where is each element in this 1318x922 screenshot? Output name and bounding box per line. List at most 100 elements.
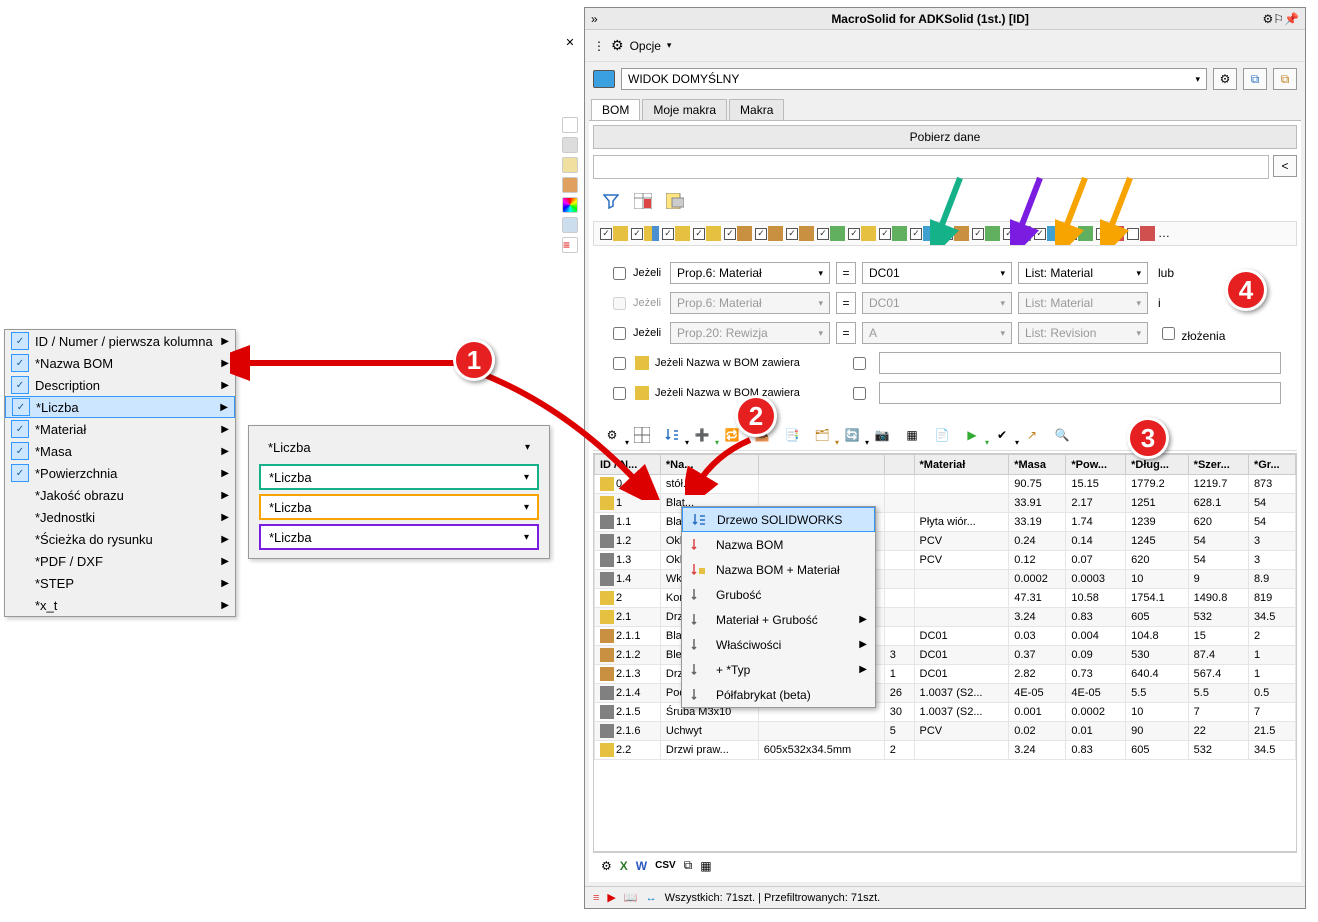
cond2-checkbox[interactable] xyxy=(613,297,626,310)
table-cell[interactable]: 532 xyxy=(1188,741,1248,760)
table-cell[interactable]: 0.73 xyxy=(1066,665,1126,684)
table-cell[interactable]: 30 xyxy=(884,703,914,722)
table-cell[interactable] xyxy=(758,722,884,741)
table-cell[interactable] xyxy=(884,551,914,570)
grid-header[interactable]: *Pow... xyxy=(1066,455,1126,475)
table-cell[interactable]: 2.1.4 xyxy=(595,684,661,703)
table-cell[interactable]: 15.15 xyxy=(1066,475,1126,494)
table-icon[interactable] xyxy=(633,191,653,211)
table-cell[interactable]: 0.0002 xyxy=(1009,570,1066,589)
grid-header[interactable]: *Gr... xyxy=(1248,455,1295,475)
cond1-value-select[interactable]: DC01▾ xyxy=(862,262,1012,284)
expand-icon[interactable]: » xyxy=(591,12,598,26)
tab-bom[interactable]: BOM xyxy=(591,99,640,120)
tree-opt-grubosc[interactable]: Grubość xyxy=(682,582,875,607)
tree-sort-menu[interactable]: Drzewo SOLIDWORKS Nazwa BOM Nazwa BOM + … xyxy=(681,506,876,708)
table-cell[interactable]: 15 xyxy=(1188,627,1248,646)
table-cell[interactable]: 0.37 xyxy=(1009,646,1066,665)
tab-makra[interactable]: Makra xyxy=(729,99,784,120)
table-cell[interactable]: 26 xyxy=(884,684,914,703)
more-icon[interactable]: … xyxy=(1158,226,1170,241)
table-cell[interactable]: 3 xyxy=(884,646,914,665)
table-cell[interactable]: 1779.2 xyxy=(1126,475,1189,494)
table-cell[interactable]: 605 xyxy=(1126,741,1189,760)
grid-header[interactable] xyxy=(758,455,884,475)
table-cell[interactable] xyxy=(914,589,1009,608)
table-cell[interactable]: 2.82 xyxy=(1009,665,1066,684)
table-cell[interactable]: 7 xyxy=(1188,703,1248,722)
tree-opt-typ[interactable]: + *Typ▶ xyxy=(682,657,875,682)
table-cell[interactable]: 4E-05 xyxy=(1009,684,1066,703)
table-cell[interactable]: 567.4 xyxy=(1188,665,1248,684)
table-cell[interactable]: 605x532x34.5mm xyxy=(758,741,884,760)
cond3-list-select[interactable]: List: Revision▾ xyxy=(1018,322,1148,344)
cond1-list-select[interactable]: List: Material▾ xyxy=(1018,262,1148,284)
table-row[interactable]: 2.1.6Uchwyt5PCV0.020.01902221.5 xyxy=(595,722,1296,741)
table-cell[interactable]: 1754.1 xyxy=(1126,589,1189,608)
table-cell[interactable]: 0.5 xyxy=(1248,684,1295,703)
color-wheel-icon[interactable] xyxy=(562,197,578,213)
table-cell[interactable] xyxy=(914,475,1009,494)
layers-icon[interactable]: 📑 xyxy=(781,424,803,446)
csv-icon[interactable]: CSV xyxy=(655,860,676,871)
table-cell[interactable]: 2 xyxy=(884,741,914,760)
table-cell[interactable]: 0.07 xyxy=(1066,551,1126,570)
table-cell[interactable]: 1.2 xyxy=(595,532,661,551)
gear-icon[interactable]: ⚙ xyxy=(611,37,624,54)
table-cell[interactable]: 1490.8 xyxy=(1188,589,1248,608)
table-cell[interactable]: 0.0002 xyxy=(1066,703,1126,722)
table-cell[interactable]: 34.5 xyxy=(1248,608,1295,627)
folder-icon[interactable] xyxy=(562,157,578,173)
table-cell[interactable]: 640.4 xyxy=(1126,665,1189,684)
filter-check-10[interactable] xyxy=(879,226,907,241)
table-cell[interactable]: 8.9 xyxy=(1248,570,1295,589)
grid-header[interactable]: *Masa xyxy=(1009,455,1066,475)
expand-icon[interactable]: ≡ xyxy=(562,237,578,253)
filter-check-13[interactable] xyxy=(972,226,1000,241)
table-export-icon[interactable]: ▦ xyxy=(700,859,711,873)
cm-item-jakosc[interactable]: *Jakość obrazu▶ xyxy=(5,484,235,506)
table-cell[interactable]: 0.83 xyxy=(1066,741,1126,760)
settings-button[interactable]: ⚙ xyxy=(1213,68,1237,90)
table-cell[interactable]: 620 xyxy=(1188,513,1248,532)
table-cell[interactable]: 605 xyxy=(1126,608,1189,627)
table-cell[interactable]: 34.5 xyxy=(1248,741,1295,760)
table-cell[interactable]: 5.5 xyxy=(1126,684,1189,703)
grid-header[interactable]: *Szer... xyxy=(1188,455,1248,475)
table-cell[interactable]: 54 xyxy=(1248,494,1295,513)
cm-item-pdf-dxf[interactable]: *PDF / DXF▶ xyxy=(5,550,235,572)
table-cell[interactable]: 54 xyxy=(1188,551,1248,570)
tree-sort-dropdown[interactable]: ▾ xyxy=(661,424,683,446)
filter-check-7[interactable] xyxy=(786,226,814,241)
tree-opt-mat-grub[interactable]: Materiał + Grubość▶ xyxy=(682,607,875,632)
table-cell[interactable]: 0.09 xyxy=(1066,646,1126,665)
table-cell[interactable]: 90.75 xyxy=(1009,475,1066,494)
close-icon[interactable]: ✕ xyxy=(565,36,574,49)
table-cell[interactable]: DC01 xyxy=(914,646,1009,665)
table-cell[interactable] xyxy=(884,475,914,494)
table-cell[interactable]: 0.03 xyxy=(1009,627,1066,646)
table-cell[interactable]: 2.1 xyxy=(595,608,661,627)
table-cell[interactable] xyxy=(884,532,914,551)
report-icon[interactable] xyxy=(665,191,685,211)
table-cell[interactable]: 873 xyxy=(1248,475,1295,494)
word-icon[interactable]: W xyxy=(636,859,647,873)
table-cell[interactable]: PCV xyxy=(914,532,1009,551)
table-cell[interactable]: 33.91 xyxy=(1009,494,1066,513)
grid-icon[interactable] xyxy=(562,177,578,193)
pin-icon[interactable]: 📌 xyxy=(1284,12,1299,26)
cm-item-step[interactable]: *STEP▶ xyxy=(5,572,235,594)
cond1-checkbox[interactable] xyxy=(613,267,626,280)
table-cell[interactable]: 2.1.5 xyxy=(595,703,661,722)
table-cell[interactable]: 22 xyxy=(1188,722,1248,741)
table-cell[interactable]: 2.1.1 xyxy=(595,627,661,646)
filter-check-4[interactable] xyxy=(693,226,721,241)
excel-icon[interactable]: X xyxy=(620,859,628,873)
grid-header[interactable]: *Dług... xyxy=(1126,455,1189,475)
cm-item-nazwa-bom[interactable]: ✓*Nazwa BOM▶ xyxy=(5,352,235,374)
group-dropdown[interactable]: 🗂▾ xyxy=(811,424,833,446)
table-cell[interactable] xyxy=(914,741,1009,760)
table-cell[interactable] xyxy=(884,627,914,646)
qr-icon[interactable]: ▦ xyxy=(901,424,923,446)
cm-item-description[interactable]: ✓Description▶ xyxy=(5,374,235,396)
